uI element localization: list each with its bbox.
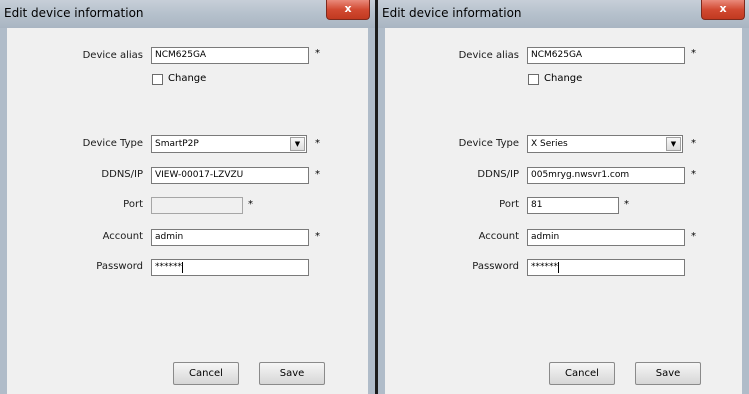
account-label: Account [102,231,143,242]
title-bar[interactable]: Edit device information x [0,0,375,28]
device-type-value: SmartP2P [155,139,199,149]
required-asterisk: * [315,138,320,149]
ddns-ip-value: VIEW-00017-LZVZU [155,170,244,180]
text-caret [558,262,559,273]
window-frame-right [368,28,375,394]
dialog-body: Device alias NCM625GA * Change Device Ty… [7,28,368,394]
save-button[interactable]: Save [635,362,701,385]
device-type-label: Device Type [82,138,143,149]
device-type-select[interactable]: X Series ▼ [527,135,683,153]
port-field[interactable] [151,197,243,214]
device-alias-value: NCM625GA [155,50,207,60]
device-type-select[interactable]: SmartP2P ▼ [151,135,307,153]
device-alias-label: Device alias [82,50,143,61]
change-checkbox[interactable] [152,74,163,85]
password-value: ****** [531,262,558,272]
required-asterisk: * [624,199,629,210]
required-asterisk: * [315,231,320,242]
account-label: Account [478,231,519,242]
title-bar[interactable]: Edit device information x [378,0,749,28]
required-asterisk: * [315,48,320,59]
required-asterisk: * [691,138,696,149]
dropdown-arrow-icon[interactable]: ▼ [666,137,681,151]
ddns-ip-label: DDNS/IP [477,169,519,180]
window-frame-right [742,28,749,394]
password-label: Password [472,261,519,272]
account-value: admin [531,232,560,242]
required-asterisk: * [691,231,696,242]
dialog-title: Edit device information [4,6,144,20]
close-button[interactable]: x [701,0,745,20]
device-alias-field[interactable]: NCM625GA [151,47,309,64]
ddns-ip-value: 005mryg.nwsvr1.com [531,170,630,180]
password-label: Password [96,261,143,272]
ddns-ip-label: DDNS/IP [101,169,143,180]
save-button[interactable]: Save [259,362,325,385]
ddns-ip-field[interactable]: 005mryg.nwsvr1.com [527,167,685,184]
close-button[interactable]: x [326,0,370,20]
cancel-button[interactable]: Cancel [173,362,239,385]
account-field[interactable]: admin [151,229,309,246]
device-type-label: Device Type [458,138,519,149]
device-type-value: X Series [531,139,568,149]
required-asterisk: * [315,169,320,180]
device-alias-label: Device alias [458,50,519,61]
change-label: Change [168,73,207,84]
account-field[interactable]: admin [527,229,685,246]
dropdown-arrow-icon[interactable]: ▼ [290,137,305,151]
cancel-button[interactable]: Cancel [549,362,615,385]
required-asterisk: * [691,48,696,59]
port-label: Port [499,199,519,210]
password-field[interactable]: ****** [151,259,309,276]
dialog-title: Edit device information [382,6,522,20]
port-label: Port [123,199,143,210]
required-asterisk: * [691,169,696,180]
window-frame-left [378,28,385,394]
close-icon: x [719,2,727,15]
close-icon: x [344,2,352,15]
change-checkbox[interactable] [528,74,539,85]
edit-device-dialog-left: Edit device information x Device alias N… [0,0,375,394]
port-value: 81 [531,200,543,210]
dialog-body: Device alias NCM625GA * Change Device Ty… [385,28,742,394]
port-field[interactable]: 81 [527,197,619,214]
text-caret [182,262,183,273]
window-frame-left [0,28,7,394]
password-value: ****** [155,262,182,272]
edit-device-dialog-right: Edit device information x Device alias N… [378,0,749,394]
account-value: admin [155,232,184,242]
ddns-ip-field[interactable]: VIEW-00017-LZVZU [151,167,309,184]
required-asterisk: * [248,199,253,210]
change-label: Change [544,73,583,84]
device-alias-value: NCM625GA [531,50,583,60]
device-alias-field[interactable]: NCM625GA [527,47,685,64]
password-field[interactable]: ****** [527,259,685,276]
